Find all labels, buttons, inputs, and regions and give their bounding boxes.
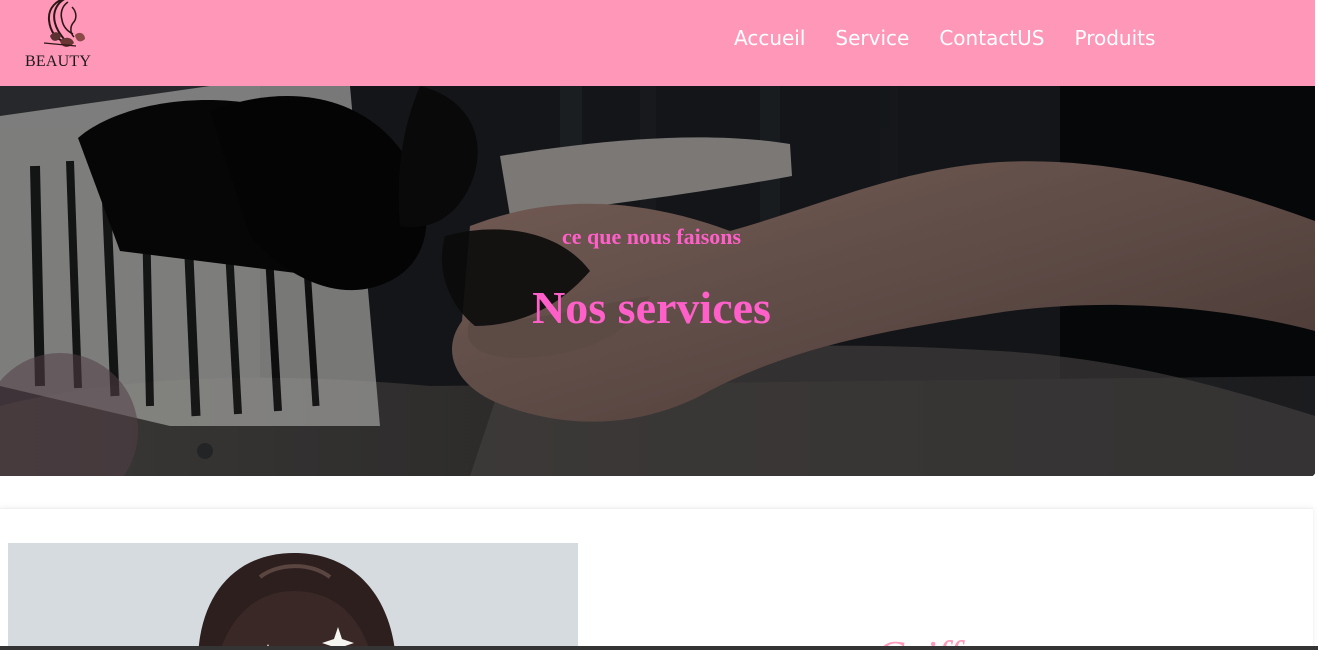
bottom-screen-bar [0,646,1318,650]
top-navbar: BEAUTY Accueil Service ContactUS Produit… [0,0,1315,86]
hero-kicker: ce que nous faisons [561,224,742,249]
main-navigation: Accueil Service ContactUS Produits [734,22,1155,54]
beauty-services-page: BEAUTY Accueil Service ContactUS Produit… [0,0,1318,650]
nav-accueil-link[interactable]: Accueil [734,24,805,52]
woman-silhouette-logo-icon [43,0,85,47]
hair-service-card: Coiff [0,508,1313,650]
nav-contactus-link[interactable]: ContactUS [939,24,1044,52]
brand-name: BEAUTY [25,53,92,70]
hero-heading-group: ce que nous faisons Nos services [0,221,1303,337]
brand-logo-link[interactable]: BEAUTY [20,0,102,78]
services-hero: ce que nous faisons Nos services [0,86,1315,476]
nav-produits-link[interactable]: Produits [1075,24,1156,52]
nav-service-link[interactable]: Service [835,24,909,52]
hero-title: Nos services [532,282,771,333]
hair-portrait-photo [8,543,578,650]
